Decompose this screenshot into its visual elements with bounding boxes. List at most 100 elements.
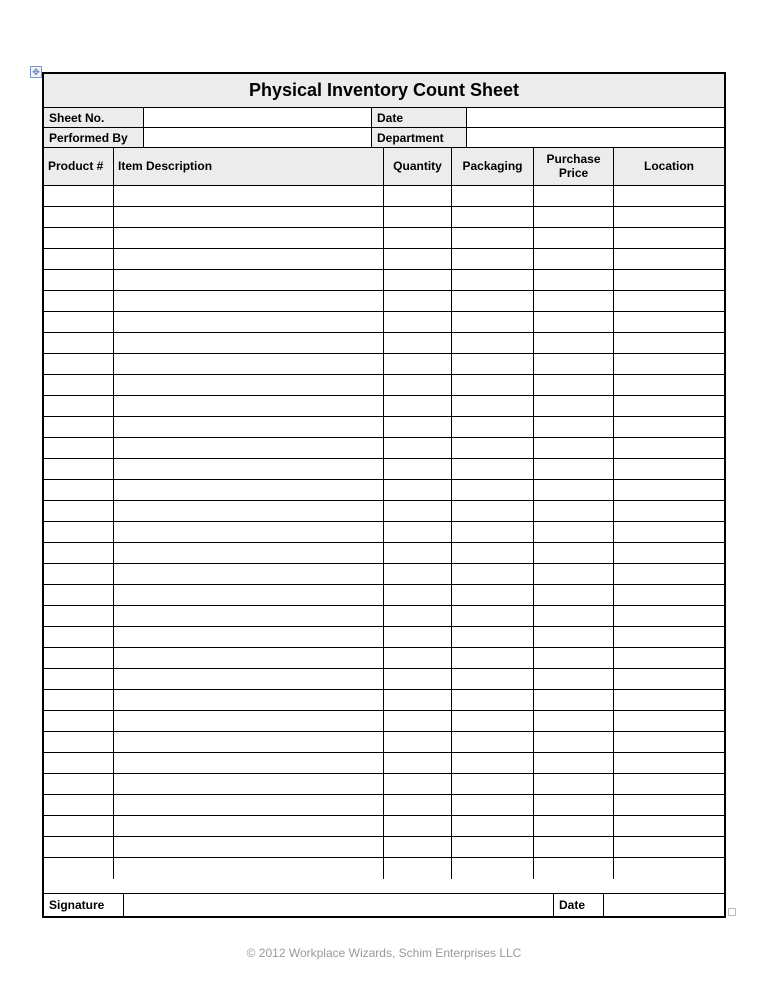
table-cell [114,207,384,227]
table-cell [452,291,534,311]
table-cell [452,186,534,206]
table-cell [452,627,534,647]
table-row [44,186,724,207]
table-cell [452,816,534,836]
table-cell [452,333,534,353]
table-row [44,753,724,774]
date-value [467,108,724,127]
table-cell [452,837,534,857]
table-cell [44,648,114,668]
table-row [44,375,724,396]
table-row [44,417,724,438]
table-cell [534,459,614,479]
table-cell [384,375,452,395]
table-cell [614,627,724,647]
table-cell [452,354,534,374]
table-cell [452,648,534,668]
table-cell [44,333,114,353]
table-row [44,438,724,459]
table-cell [452,396,534,416]
table-cell [44,669,114,689]
table-cell [534,543,614,563]
table-cell [534,249,614,269]
table-cell [452,522,534,542]
table-cell [384,522,452,542]
table-row [44,354,724,375]
table-row [44,480,724,501]
table-cell [452,312,534,332]
table-cell [534,501,614,521]
table-anchor-icon: ✥ [30,66,42,78]
table-cell [534,606,614,626]
table-cell [44,375,114,395]
table-cell [534,480,614,500]
table-cell [384,438,452,458]
table-cell [44,753,114,773]
table-cell [614,438,724,458]
table-cell [114,648,384,668]
table-row [44,858,724,879]
table-cell [44,207,114,227]
table-cell [44,711,114,731]
table-cell [114,480,384,500]
table-row [44,312,724,333]
col-header-desc: Item Description [114,148,384,185]
table-cell [534,270,614,290]
table-cell [44,459,114,479]
table-cell [534,753,614,773]
table-cell [534,690,614,710]
col-header-price: Purchase Price [534,148,614,185]
department-label: Department [372,128,467,147]
table-cell [534,648,614,668]
date-label: Date [372,108,467,127]
document-page: ✥ Physical Inventory Count Sheet Sheet N… [0,0,768,980]
table-cell [114,753,384,773]
table-row [44,291,724,312]
table-cell [534,669,614,689]
table-cell [614,837,724,857]
signature-value [124,894,554,916]
table-cell [114,774,384,794]
sheet-no-label: Sheet No. [44,108,144,127]
table-row [44,249,724,270]
column-header-row: Product # Item Description Quantity Pack… [44,148,724,186]
sheet-title: Physical Inventory Count Sheet [44,74,724,108]
table-cell [384,312,452,332]
table-cell [384,585,452,605]
col-header-quantity: Quantity [384,148,452,185]
table-cell [44,837,114,857]
table-row [44,669,724,690]
table-cell [114,858,384,879]
table-row [44,627,724,648]
table-cell [114,606,384,626]
table-cell [44,627,114,647]
table-cell [452,732,534,752]
table-cell [452,501,534,521]
gap-row [44,879,724,894]
table-cell [614,186,724,206]
table-cell [384,501,452,521]
table-cell [384,333,452,353]
table-cell [452,564,534,584]
performed-by-value [144,128,372,147]
table-cell [114,249,384,269]
table-row [44,207,724,228]
table-cell [384,207,452,227]
table-cell [44,564,114,584]
table-cell [114,711,384,731]
table-row [44,795,724,816]
table-cell [114,795,384,815]
table-cell [614,795,724,815]
table-cell [114,228,384,248]
performed-by-label: Performed By [44,128,144,147]
table-cell [452,543,534,563]
table-cell [114,270,384,290]
table-cell [534,207,614,227]
table-cell [534,837,614,857]
table-cell [384,669,452,689]
table-cell [114,585,384,605]
table-cell [452,711,534,731]
table-row [44,690,724,711]
table-row [44,564,724,585]
table-cell [614,816,724,836]
